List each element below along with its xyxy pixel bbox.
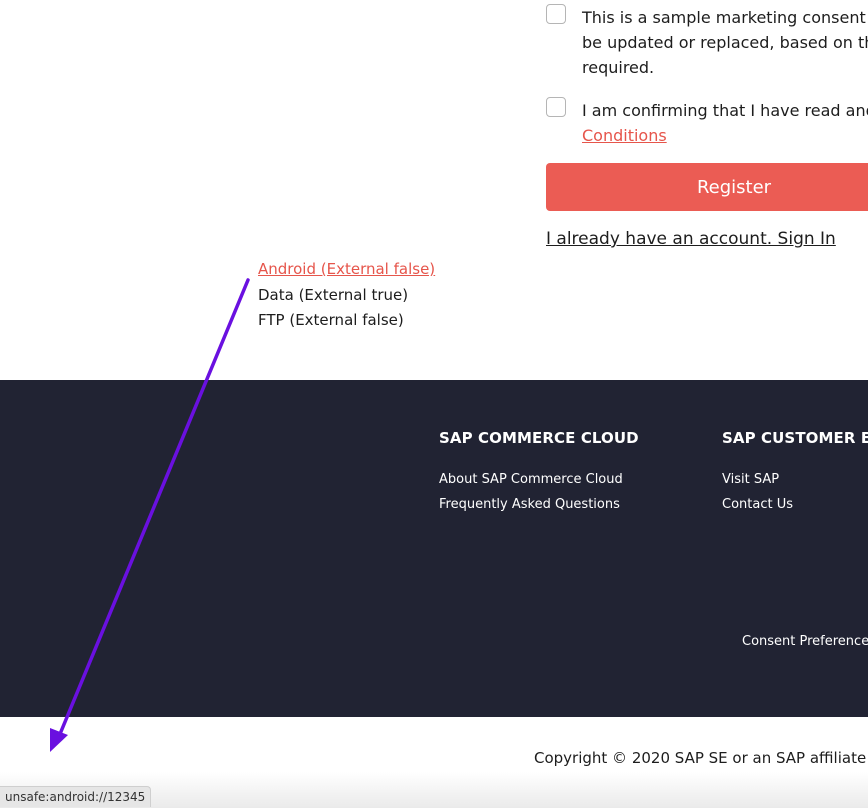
terms-consent-row: I am confirming that I have read and ag … bbox=[546, 97, 868, 148]
footer-link-faq[interactable]: Frequently Asked Questions bbox=[439, 492, 639, 517]
footer-heading: SAP CUSTOMER EX bbox=[722, 429, 868, 447]
terms-consent-text: I am confirming that I have read and ag … bbox=[582, 98, 868, 148]
marketing-consent-text: This is a sample marketing consent des b… bbox=[582, 5, 868, 80]
status-bar-url: unsafe:android://12345 bbox=[0, 786, 152, 807]
consent-preferences-link[interactable]: Consent Preferences bbox=[742, 634, 868, 649]
marketing-consent-row: This is a sample marketing consent des b… bbox=[546, 4, 868, 80]
footer-column-customer-experience: SAP CUSTOMER EX Visit SAP Contact Us bbox=[722, 429, 868, 517]
footer-column-commerce-cloud: SAP COMMERCE CLOUD About SAP Commerce Cl… bbox=[439, 429, 639, 517]
terms-consent-checkbox[interactable] bbox=[546, 97, 566, 117]
footer-link-about[interactable]: About SAP Commerce Cloud bbox=[439, 467, 639, 492]
sign-in-link[interactable]: I already have an account. Sign In bbox=[546, 229, 836, 249]
register-button[interactable]: Register bbox=[546, 163, 868, 211]
footer-link-visit-sap[interactable]: Visit SAP bbox=[722, 467, 868, 492]
marketing-consent-line: This is a sample marketing consent des bbox=[582, 8, 868, 27]
footer-heading: SAP COMMERCE CLOUD bbox=[439, 429, 639, 447]
footer-link-contact[interactable]: Contact Us bbox=[722, 492, 868, 517]
annotation-arrow-head bbox=[50, 728, 68, 752]
terms-consent-prefix: I am confirming that I have read and ag bbox=[582, 101, 868, 120]
page: This is a sample marketing consent des b… bbox=[0, 0, 868, 808]
link-android[interactable]: Android (External false) bbox=[258, 257, 435, 283]
link-ftp[interactable]: FTP (External false) bbox=[258, 308, 435, 334]
marketing-consent-line: required. bbox=[582, 58, 655, 77]
footer: SAP COMMERCE CLOUD About SAP Commerce Cl… bbox=[0, 380, 868, 717]
link-data[interactable]: Data (External true) bbox=[258, 283, 435, 309]
copyright-text: Copyright © 2020 SAP SE or an SAP affili… bbox=[534, 749, 868, 767]
marketing-consent-line: be updated or replaced, based on the bbox=[582, 33, 868, 52]
terms-conditions-link[interactable]: Conditions bbox=[582, 126, 667, 145]
marketing-consent-checkbox[interactable] bbox=[546, 4, 566, 24]
link-list: Android (External false) Data (External … bbox=[258, 257, 435, 334]
